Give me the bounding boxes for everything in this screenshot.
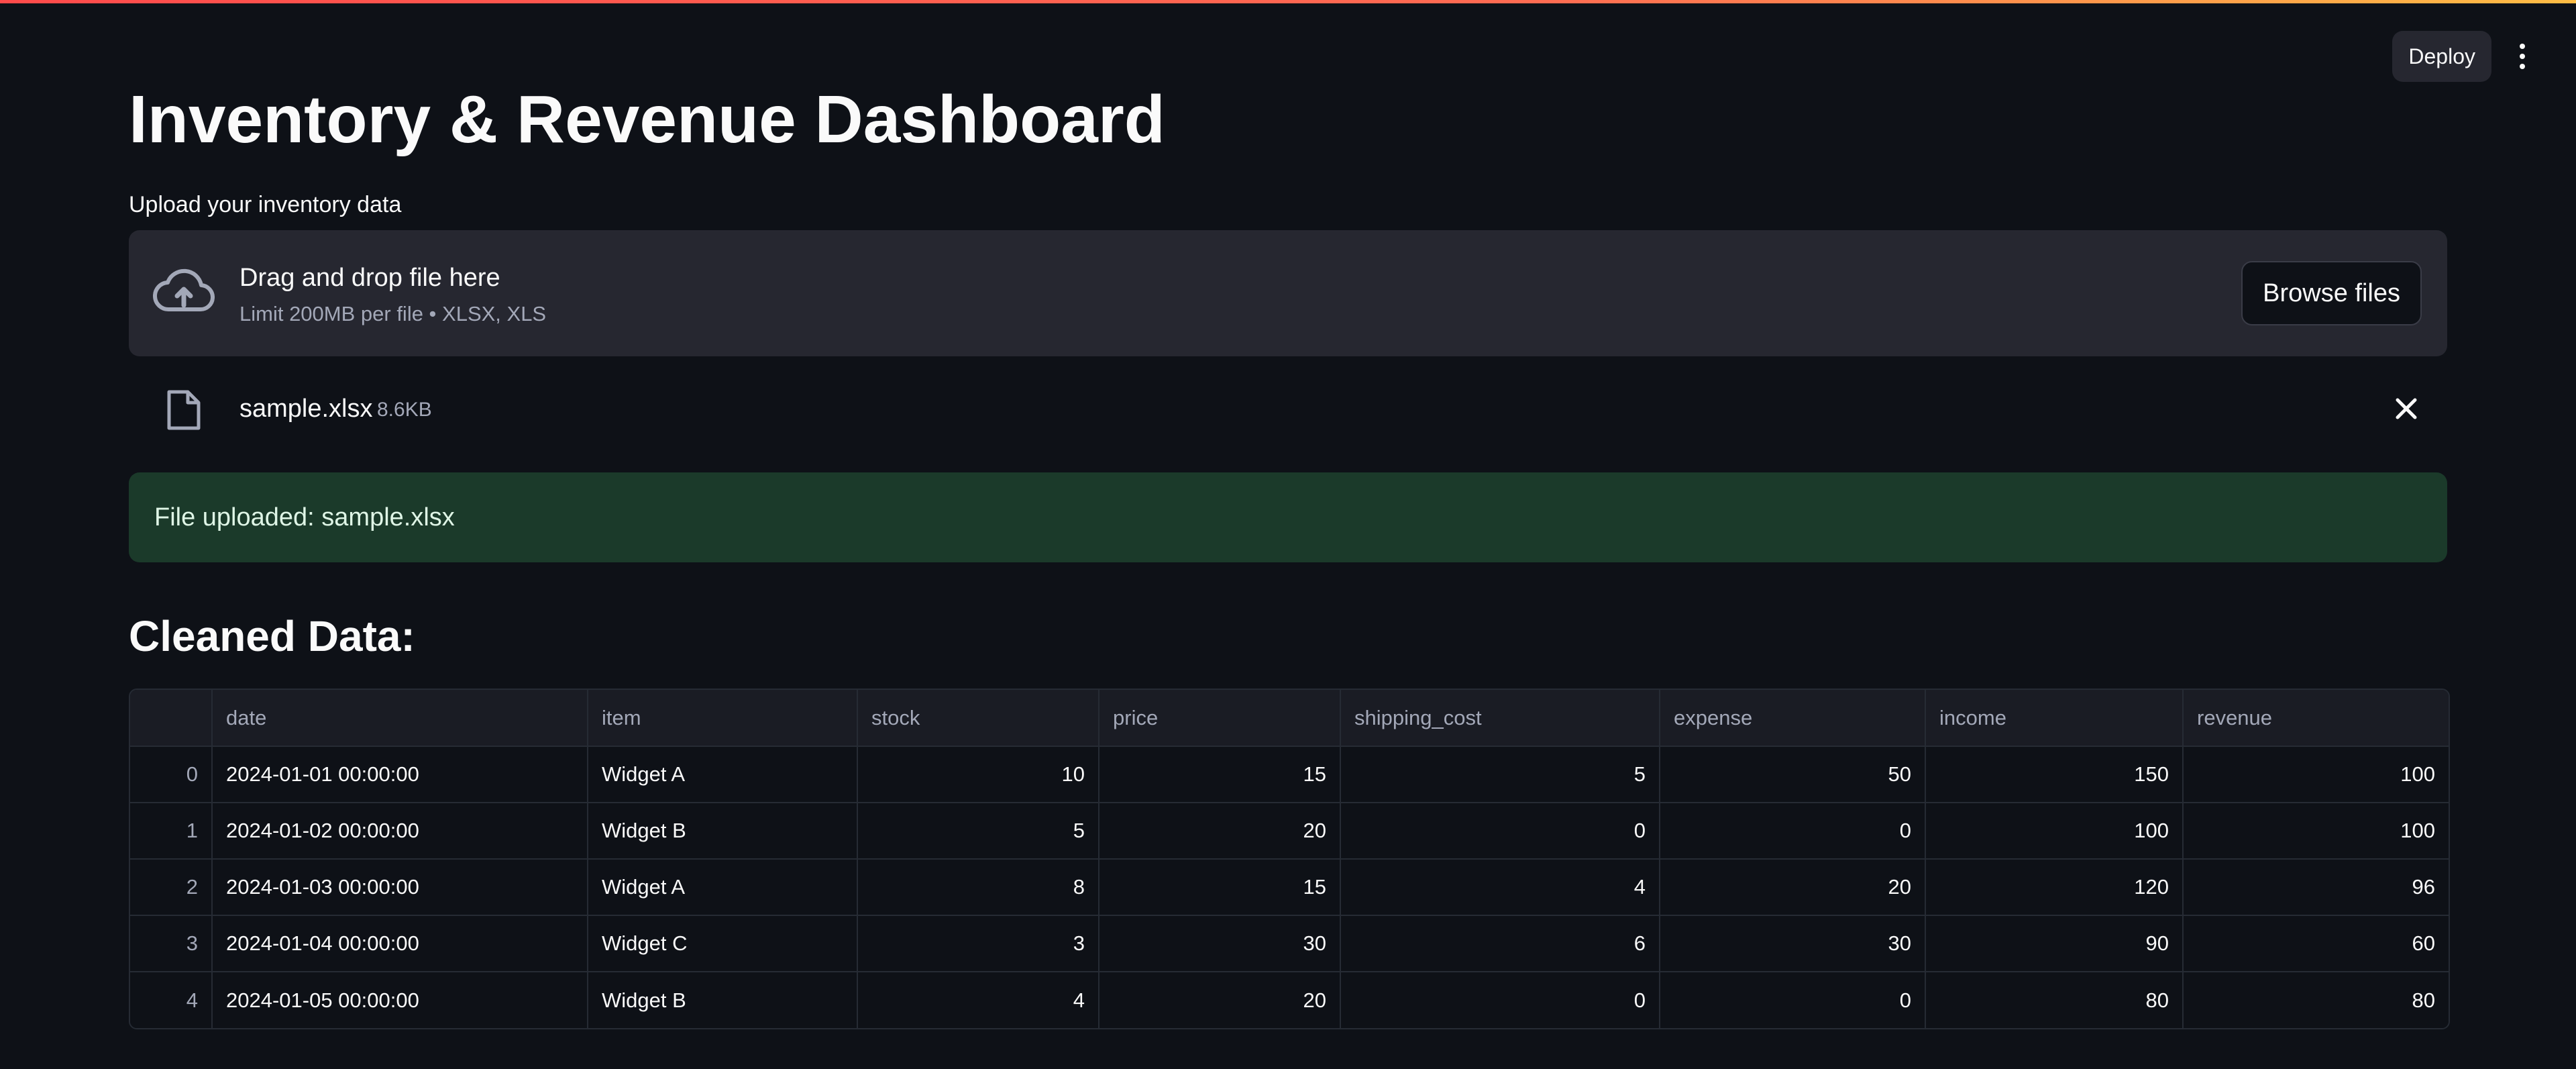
menu-dot [2520,64,2525,69]
revenue-cell[interactable]: 100 [2183,803,2449,860]
item-cell[interactable]: Widget A [588,859,858,916]
income-cell[interactable]: 80 [1925,972,2184,1028]
uploaded-file-row: sample.xlsx 8.6KB [129,376,2447,440]
price-cell[interactable]: 15 [1099,746,1341,803]
expense-cell[interactable]: 50 [1660,746,1926,803]
table-row: 4 2024-01-05 00:00:00 Widget B 4 20 0 0 … [130,972,2449,1028]
income-cell[interactable]: 100 [1925,803,2184,860]
column-header-stock[interactable]: stock [857,690,1099,747]
shipping-cost-cell[interactable]: 6 [1340,915,1660,972]
income-cell[interactable]: 90 [1925,915,2184,972]
stock-cell[interactable]: 5 [857,803,1099,860]
price-cell[interactable]: 30 [1099,915,1341,972]
date-cell[interactable]: 2024-01-04 00:00:00 [212,915,588,972]
date-cell[interactable]: 2024-01-01 00:00:00 [212,746,588,803]
browse-files-button[interactable]: Browse files [2241,261,2422,325]
stock-cell[interactable]: 8 [857,859,1099,916]
row-index-cell[interactable]: 3 [130,915,213,972]
file-dropzone[interactable]: Drag and drop file here Limit 200MB per … [129,230,2447,356]
kebab-menu-icon[interactable] [2509,31,2536,82]
table-row: 2 2024-01-03 00:00:00 Widget A 8 15 4 20… [130,859,2449,916]
success-alert-text: File uploaded: sample.xlsx [154,503,455,531]
row-index-cell[interactable]: 1 [130,803,213,860]
uploader-label: Upload your inventory data [129,192,402,217]
uploaded-file-size: 8.6KB [377,399,432,421]
shipping-cost-cell[interactable]: 0 [1340,972,1660,1028]
date-cell[interactable]: 2024-01-02 00:00:00 [212,803,588,860]
shipping-cost-cell[interactable]: 4 [1340,859,1660,916]
column-header-index[interactable] [130,690,213,747]
revenue-cell[interactable]: 100 [2183,746,2449,803]
item-cell[interactable]: Widget B [588,803,858,860]
expense-cell[interactable]: 0 [1660,972,1926,1028]
success-alert: File uploaded: sample.xlsx [129,472,2447,562]
dropzone-title: Drag and drop file here [239,264,500,292]
shipping-cost-cell[interactable]: 5 [1340,746,1660,803]
price-cell[interactable]: 20 [1099,972,1341,1028]
date-cell[interactable]: 2024-01-03 00:00:00 [212,859,588,916]
page-title: Inventory & Revenue Dashboard [129,82,1165,157]
table-row: 0 2024-01-01 00:00:00 Widget A 10 15 5 5… [130,746,2449,803]
column-header-date[interactable]: date [212,690,588,747]
stock-cell[interactable]: 3 [857,915,1099,972]
income-cell[interactable]: 150 [1925,746,2184,803]
stock-cell[interactable]: 10 [857,746,1099,803]
deploy-button[interactable]: Deploy [2392,31,2491,82]
column-header-item[interactable]: item [588,690,858,747]
expense-cell[interactable]: 30 [1660,915,1926,972]
row-index-cell[interactable]: 4 [130,972,213,1028]
expense-cell[interactable]: 0 [1660,803,1926,860]
table-row: 3 2024-01-04 00:00:00 Widget C 3 30 6 30… [130,915,2449,972]
table-header-row: date item stock price shipping_cost expe… [130,690,2449,747]
column-header-revenue[interactable]: revenue [2183,690,2449,747]
row-index-cell[interactable]: 0 [130,746,213,803]
app-loading-stripe [0,0,2576,3]
revenue-cell[interactable]: 96 [2183,859,2449,916]
cloud-upload-icon [153,268,215,312]
item-cell[interactable]: Widget A [588,746,858,803]
section-heading: Cleaned Data: [129,612,415,660]
column-header-expense[interactable]: expense [1660,690,1926,747]
stock-cell[interactable]: 4 [857,972,1099,1028]
price-cell[interactable]: 20 [1099,803,1341,860]
dropzone-limit-text: Limit 200MB per file • XLSX, XLS [239,302,547,325]
column-header-income[interactable]: income [1925,690,2184,747]
revenue-cell[interactable]: 80 [2183,972,2449,1028]
shipping-cost-cell[interactable]: 0 [1340,803,1660,860]
item-cell[interactable]: Widget B [588,972,858,1028]
file-icon [167,390,201,430]
menu-dot [2520,54,2525,59]
item-cell[interactable]: Widget C [588,915,858,972]
price-cell[interactable]: 15 [1099,859,1341,916]
column-header-shipping-cost[interactable]: shipping_cost [1340,690,1660,747]
uploaded-file-name: sample.xlsx [239,395,373,423]
menu-dot [2520,44,2525,49]
table-row: 1 2024-01-02 00:00:00 Widget B 5 20 0 0 … [130,803,2449,860]
income-cell[interactable]: 120 [1925,859,2184,916]
app-toolbar: Deploy [2392,31,2536,82]
close-icon[interactable] [2391,393,2422,424]
row-index-cell[interactable]: 2 [130,859,213,916]
column-header-price[interactable]: price [1099,690,1341,747]
cleaned-data-table[interactable]: date item stock price shipping_cost expe… [129,689,2450,1029]
revenue-cell[interactable]: 60 [2183,915,2449,972]
expense-cell[interactable]: 20 [1660,859,1926,916]
date-cell[interactable]: 2024-01-05 00:00:00 [212,972,588,1028]
